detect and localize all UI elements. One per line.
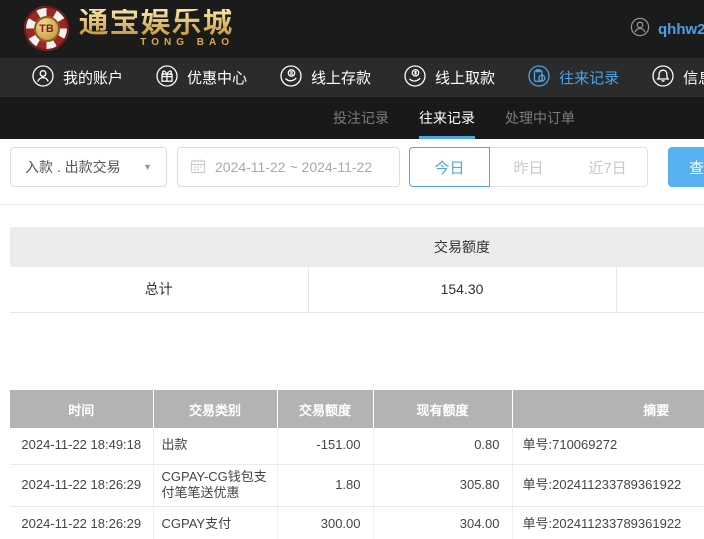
main-nav: 我的账户 优惠中心 线上存款 [0,58,704,97]
cell-time: 2024-11-22 18:26:29 [10,464,153,507]
date-range-input[interactable]: 2024-11-22 ~ 2024-11-22 [177,147,400,187]
cell-memo: 单号:202411233789361922 [512,464,704,507]
user-icon [32,65,54,91]
date-range-value: 2024-11-22 ~ 2024-11-22 [215,159,372,175]
nav-item-withdraw[interactable]: 线上取款 [404,65,495,91]
transactions-table: 时间 交易类别 交易额度 现有额度 摘要 2024-11-22 18:49:18… [10,390,704,539]
calendar-icon [190,158,206,177]
nav-label: 线上存款 [311,67,371,88]
gift-icon [156,65,178,91]
cell-balance: 304.00 [373,507,512,539]
table-row: 2024-11-22 18:26:29 CGPAY支付 300.00 304.0… [10,507,704,539]
selected-transaction-type: 入款 . 出款交易 [25,157,121,177]
col-balance: 现有额度 [373,390,512,428]
summary-header-row: 交易额度 [10,227,704,267]
tab-transaction-records[interactable]: 往来记录 [419,97,475,139]
summary-header-amount: 交易额度 [308,227,616,267]
summary-total-row: 总计 154.30 [10,267,704,312]
summary-header-empty [616,227,704,267]
summary-empty-cell [616,267,704,312]
nav-label: 信息 [683,67,704,88]
today-button[interactable]: 今日 [409,147,490,187]
nav-label: 我的账户 [63,67,123,88]
cell-memo: 单号:710069272 [512,428,704,464]
cell-amount: 1.80 [277,464,373,507]
cell-type: CGPAY-CG钱包支付笔笔送优惠 [153,464,277,507]
deposit-icon [280,65,302,91]
record-tabs: 投注记录 往来记录 处理中订单 [0,97,704,139]
summary-total-label: 总计 [10,267,308,312]
cell-balance: 305.80 [373,464,512,507]
section-divider [0,204,704,205]
nav-item-messages[interactable]: 信息 [652,65,704,91]
col-type: 交易类别 [153,390,277,428]
username: qhhw2 [658,21,704,38]
records-icon [528,65,550,91]
summary-total-value: 154.30 [308,267,616,312]
nav-item-my-account[interactable]: 我的账户 [32,65,123,91]
nav-item-promotions[interactable]: 优惠中心 [156,65,247,91]
transactions-header-row: 时间 交易类别 交易额度 现有额度 摘要 [10,390,704,428]
transaction-type-select[interactable]: 入款 . 出款交易 ▼ [10,147,167,187]
cell-type: 出款 [153,428,277,464]
account-menu[interactable]: qhhw2 [630,17,704,42]
nav-label: 往来记录 [559,67,619,88]
nav-label: 优惠中心 [187,67,247,88]
top-header: TB 通宝娱乐城 TONG BAO qhhw2 [0,0,704,58]
user-avatar-icon [630,17,650,42]
poker-chip-logo-icon: TB [24,6,69,51]
summary-header-empty [10,227,308,267]
nav-item-deposit[interactable]: 线上存款 [280,65,371,91]
last-7-days-button[interactable]: 近7日 [568,147,648,187]
cell-time: 2024-11-22 18:49:18 [10,428,153,464]
nav-label: 线上取款 [435,67,495,88]
yesterday-button[interactable]: 昨日 [489,147,569,187]
table-row: 2024-11-22 18:26:29 CGPAY-CG钱包支付笔笔送优惠 1.… [10,464,704,507]
table-row: 2024-11-22 18:49:18 出款 -151.00 0.80 单号:7… [10,428,704,464]
site-logo[interactable]: TB 通宝娱乐城 TONG BAO [24,6,234,51]
tab-betting-records[interactable]: 投注记录 [333,97,389,139]
withdraw-icon [404,65,426,91]
col-time: 时间 [10,390,153,428]
cell-amount: 300.00 [277,507,373,539]
col-amount: 交易额度 [277,390,373,428]
cell-time: 2024-11-22 18:26:29 [10,507,153,539]
search-button[interactable]: 查询 [668,147,704,187]
summary-table: 交易额度 总计 154.30 [10,227,704,313]
chevron-down-icon: ▼ [143,162,152,172]
cell-memo: 单号:202411233789361922 [512,507,704,539]
chip-monogram: TB [34,16,60,42]
cell-type: CGPAY支付 [153,507,277,539]
tab-pending-orders[interactable]: 处理中订单 [505,97,575,139]
bell-icon [652,65,674,91]
cell-amount: -151.00 [277,428,373,464]
nav-item-transaction-records[interactable]: 往来记录 [528,65,619,91]
site-title: 通宝娱乐城 [79,9,234,38]
cell-balance: 0.80 [373,428,512,464]
col-memo: 摘要 [512,390,704,428]
